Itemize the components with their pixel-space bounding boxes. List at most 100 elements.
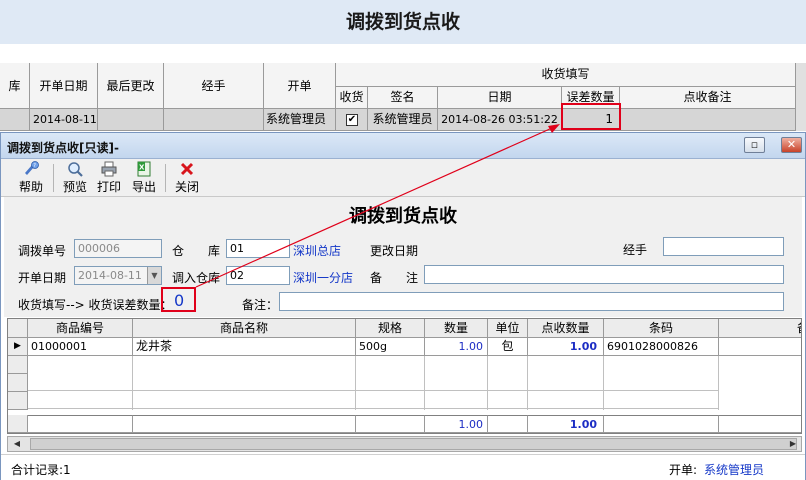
help-button[interactable]: ? 帮助 <box>15 161 47 195</box>
row-indicator: ▶ <box>8 338 28 356</box>
bg-col-last-modified[interactable]: 最后更改 <box>98 63 164 109</box>
toolbar-separator <box>53 164 54 192</box>
in-warehouse-code-field[interactable]: 02 <box>226 266 290 285</box>
bg-col-sign[interactable]: 签名 <box>368 87 438 109</box>
scroll-thumb[interactable] <box>30 438 797 450</box>
row-indicator-empty <box>8 356 28 374</box>
cell-spec[interactable]: 500g <box>356 338 425 356</box>
bg-row-sign: 系统管理员 <box>368 109 438 131</box>
close-window-button[interactable]: ✕ <box>781 137 802 153</box>
background-grid-row[interactable]: 2014-08-11 系统管理员 ✔ 系统管理员 2014-08-26 03:5… <box>0 109 806 131</box>
bg-row-cut <box>0 109 30 131</box>
toolbar-separator <box>165 164 166 192</box>
close-icon <box>180 162 194 176</box>
chevron-down-icon: ▼ <box>151 271 158 280</box>
col-header-spec[interactable]: 规格 <box>356 319 425 338</box>
scroll-left-icon[interactable]: ◀ <box>10 438 24 450</box>
col-header-qty[interactable]: 数量 <box>425 319 488 338</box>
form-area: 调拨到货点收 调拨单号 000006 仓 库 01 深圳总店 更改日期 经手 开… <box>4 197 802 317</box>
toolbar: ? 帮助 预览 打印 X 导出 关闭 <box>1 159 805 197</box>
cell-unit[interactable]: 包 <box>488 338 528 356</box>
warehouse-code-field[interactable]: 01 <box>226 239 290 258</box>
form-title: 调拨到货点收 <box>349 206 457 227</box>
cell-check-qty[interactable]: 1.00 <box>528 338 604 356</box>
totals-spec <box>356 415 425 433</box>
transfer-no-field[interactable]: 000006 <box>74 239 162 258</box>
cell-name[interactable]: 龙井茶 <box>133 338 356 356</box>
bg-col-receive-group: 收货填写 <box>336 63 796 87</box>
total-check-qty: 1.00 <box>528 415 604 433</box>
close-label: 关闭 <box>174 180 199 194</box>
bg-col-handler[interactable]: 经手 <box>164 63 264 109</box>
bg-col-open-date[interactable]: 开单日期 <box>30 63 98 109</box>
col-header-check-qty[interactable]: 点收数量 <box>528 319 604 338</box>
row-indicator-empty <box>8 374 28 392</box>
cell-qty[interactable]: 1.00 <box>425 338 488 356</box>
cell-cut[interactable] <box>719 338 801 356</box>
totals-barcode <box>604 415 719 433</box>
open-date-dropdown[interactable]: ▼ <box>147 267 161 284</box>
bg-col-cut[interactable]: 库 <box>0 63 30 109</box>
empty-row-line <box>28 391 719 409</box>
restore-icon: ▫ <box>750 138 759 151</box>
bg-row-date: 2014-08-26 03:51:22 <box>438 109 562 131</box>
bg-row-open-date: 2014-08-11 <box>30 109 98 131</box>
note-field[interactable] <box>279 292 784 311</box>
remark-label: 备 注 <box>370 271 419 285</box>
transfer-no-label: 调拨单号 <box>18 244 67 258</box>
excel-export-icon: X <box>137 161 151 177</box>
svg-text:?: ? <box>33 163 36 169</box>
received-checkbox[interactable]: ✔ <box>346 114 358 126</box>
annotation-box-error-qty <box>561 103 621 130</box>
open-date-label: 开单日期 <box>18 271 67 285</box>
warehouse-name-link[interactable]: 深圳总店 <box>293 242 341 259</box>
bg-row-handler <box>164 109 264 131</box>
empty-row-line <box>28 373 719 391</box>
bg-col-opener[interactable]: 开单 <box>264 63 336 109</box>
grid-corner <box>8 319 28 338</box>
close-button[interactable]: 关闭 <box>171 161 203 195</box>
preview-button[interactable]: 预览 <box>59 161 91 195</box>
preview-label: 预览 <box>62 180 87 194</box>
help-icon: ? <box>25 161 39 175</box>
col-header-name[interactable]: 商品名称 <box>133 319 356 338</box>
scroll-right-icon[interactable]: ▶ <box>786 438 800 450</box>
totals-name <box>133 415 356 433</box>
totals-code <box>28 415 133 433</box>
close-window-icon: ✕ <box>786 138 797 151</box>
in-warehouse-label: 调入仓库 <box>172 271 221 285</box>
receive-error-label: 收货填写--> 收货误差数量： <box>18 298 173 312</box>
background-window-title: 调拨到货点收 <box>0 0 806 44</box>
modified-date-label: 更改日期 <box>370 244 419 258</box>
col-header-barcode[interactable]: 条码 <box>604 319 719 338</box>
export-button[interactable]: X 导出 <box>128 161 160 195</box>
row-indicator-empty <box>8 392 28 410</box>
export-label: 导出 <box>131 180 156 194</box>
bg-col-date[interactable]: 日期 <box>438 87 562 109</box>
background-grid-scrollbar[interactable] <box>795 63 806 131</box>
bg-col-received[interactable]: 收货 <box>336 87 368 109</box>
status-opener-label: 开单: <box>669 463 698 477</box>
background-grid-header: 库 开单日期 最后更改 经手 开单 收货填写 收货 签名 日期 误差数量 点收备… <box>0 63 806 109</box>
preview-icon <box>68 162 83 177</box>
handler-label: 经手 <box>623 243 648 257</box>
print-icon <box>101 161 117 177</box>
col-header-cut[interactable]: 备 <box>719 319 801 338</box>
cell-barcode[interactable]: 6901028000826 <box>604 338 719 356</box>
in-warehouse-name-link[interactable]: 深圳一分店 <box>293 269 353 286</box>
bg-col-remarks[interactable]: 点收备注 <box>620 87 796 109</box>
cell-code[interactable]: 01000001 <box>28 338 133 356</box>
grid-horizontal-scrollbar[interactable]: ◀ ▶ <box>7 436 802 452</box>
svg-text:X: X <box>139 164 145 172</box>
col-header-unit[interactable]: 单位 <box>488 319 528 338</box>
dialog-title-bar[interactable]: 调拨到货点收[只读]- ▫ ✕ <box>1 133 805 159</box>
help-label: 帮助 <box>18 180 43 194</box>
remark-field[interactable] <box>424 265 784 284</box>
restore-button[interactable]: ▫ <box>744 137 765 153</box>
handler-field[interactable] <box>663 237 784 256</box>
print-label: 打印 <box>96 180 121 194</box>
total-qty: 1.00 <box>425 415 488 433</box>
note-label: 备注： <box>242 298 279 312</box>
print-button[interactable]: 打印 <box>93 161 125 195</box>
col-header-code[interactable]: 商品编号 <box>28 319 133 338</box>
